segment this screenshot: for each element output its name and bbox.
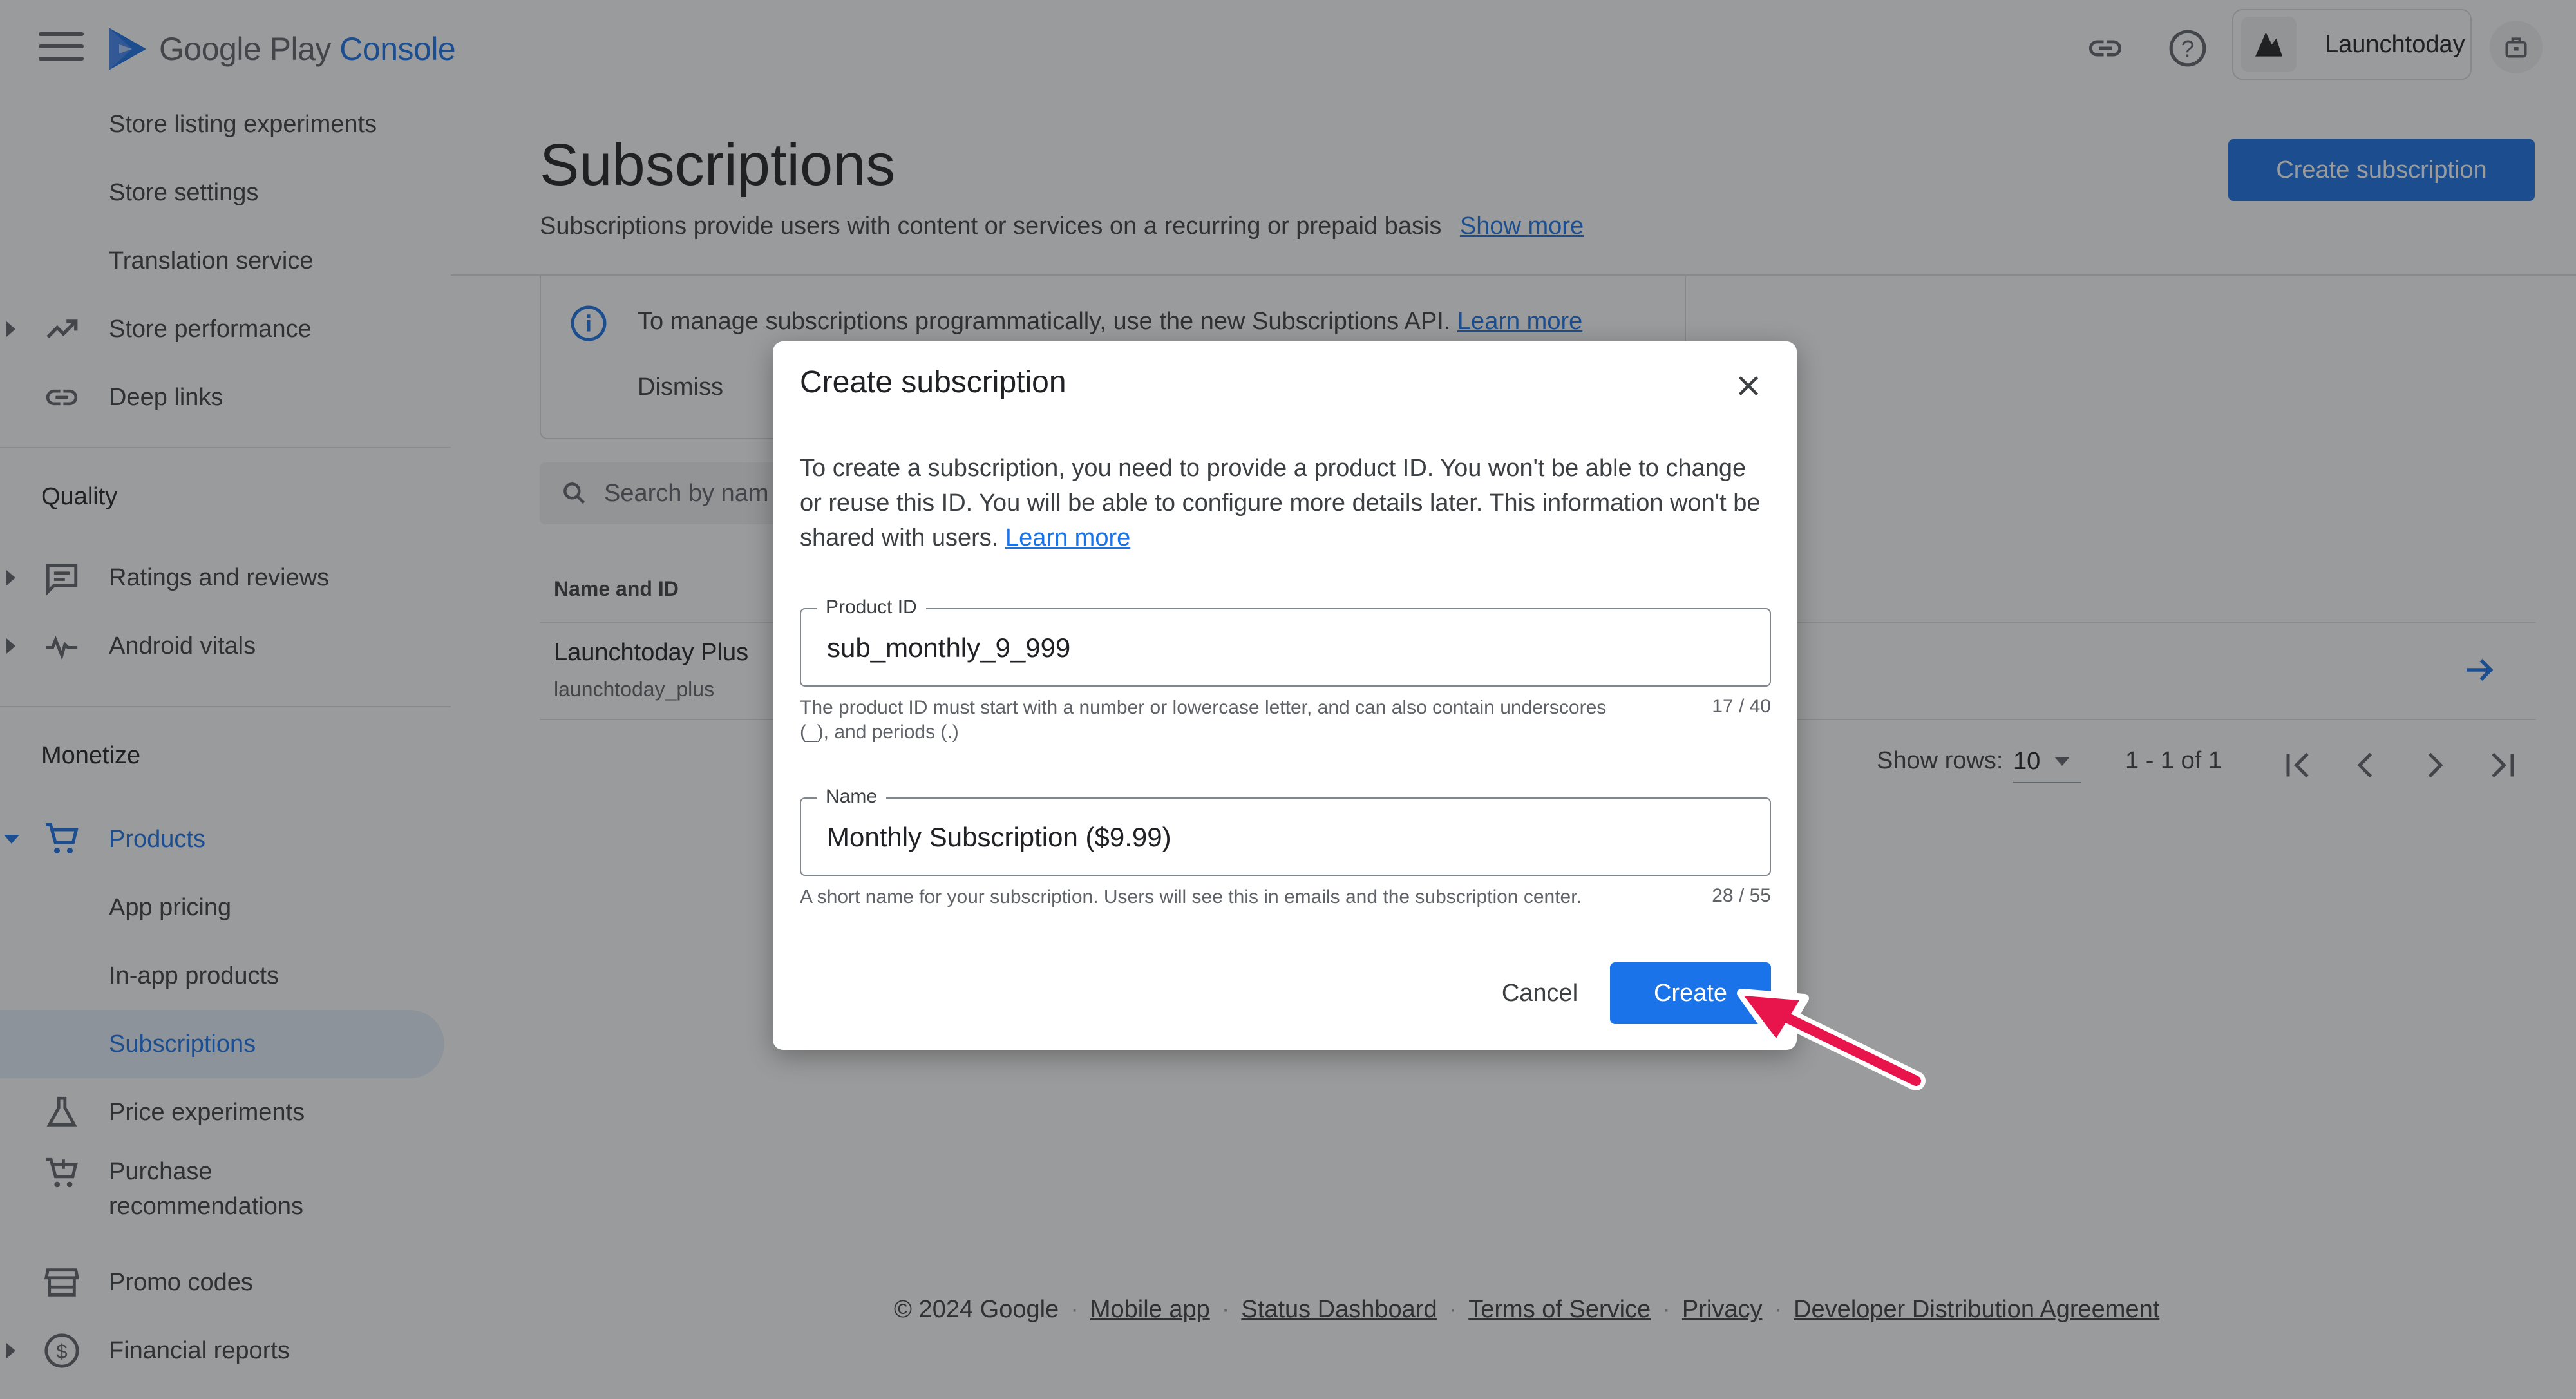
dialog-title: Create subscription [800, 365, 1066, 399]
product-id-label: Product ID [817, 596, 926, 618]
name-label: Name [817, 786, 887, 808]
close-icon[interactable] [1726, 363, 1771, 408]
name-helper: A short name for your subscription. User… [800, 886, 1582, 908]
annotation-arrow-icon [1737, 989, 1926, 1090]
product-id-helper: The product ID must start with a number … [800, 697, 1607, 743]
dialog-description: To create a subscription, you need to pr… [800, 455, 1761, 551]
product-id-field[interactable]: Product ID sub_monthly_9_999 [800, 596, 1771, 687]
name-counter: 28 / 55 [1712, 885, 1771, 906]
name-field[interactable]: Name Monthly Subscription ($9.99) [800, 786, 1771, 876]
create-subscription-dialog: Create subscription To create a subscrip… [773, 341, 1797, 1050]
product-id-value: sub_monthly_9_999 [827, 633, 1071, 663]
cancel-button[interactable]: Cancel [1479, 962, 1601, 1024]
play-console-app: Google Play Console ? Launchtoday Store … [0, 0, 2576, 1399]
product-id-counter: 17 / 40 [1712, 696, 1771, 717]
dialog-learn-more-link[interactable]: Learn more [1005, 524, 1130, 551]
name-value: Monthly Subscription ($9.99) [827, 822, 1171, 852]
